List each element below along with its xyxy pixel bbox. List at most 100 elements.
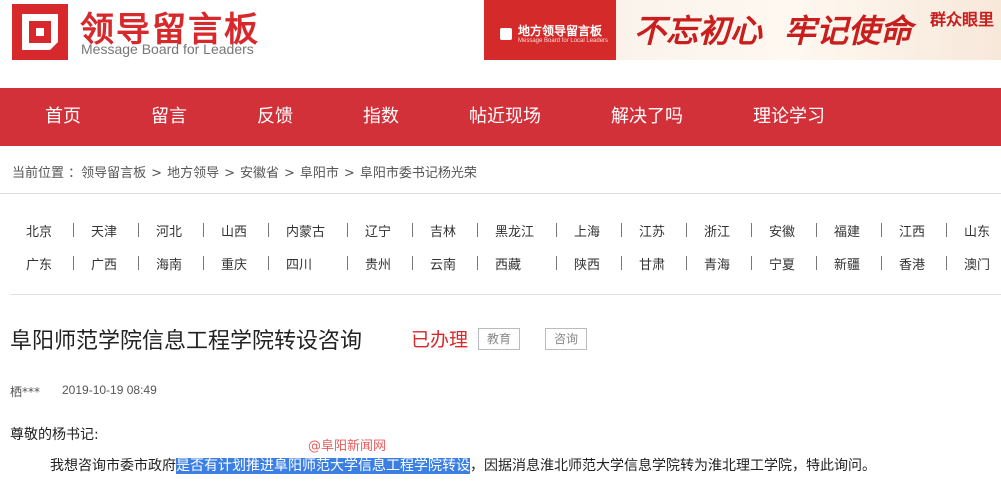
banner-logo-icon [500,28,512,40]
tag-inquiry[interactable]: 咨询 [545,328,588,350]
province-link[interactable]: 福建 [834,221,860,240]
breadcrumb-separator: > [151,166,163,181]
province-link[interactable]: 天津 [91,221,117,240]
province-link[interactable]: 广东 [26,254,52,273]
province-separator [203,223,204,237]
banner-right-text: 群众眼里 [930,10,995,29]
breadcrumb-item[interactable]: 安徽省 [240,166,279,181]
banner-brand: 地方领导留言板 [518,24,603,38]
breadcrumb-item[interactable]: 地方领导 [167,166,219,181]
province-link[interactable]: 甘肃 [639,254,665,273]
breadcrumb-item[interactable]: 阜阳市委书记杨光荣 [360,166,477,181]
site-header: 领导留言板 Message Board for Leaders 地方领导留言板 … [0,0,1001,88]
province-separator [751,223,752,237]
province-link[interactable]: 安徽 [769,221,795,240]
divider [10,294,1001,295]
province-link[interactable]: 四川 [286,254,312,273]
province-link[interactable]: 海南 [156,254,182,273]
breadcrumb-item[interactable]: 领导留言板 [81,166,146,181]
breadcrumb: 当前位置 ：领导留言板 > 地方领导 > 安徽省 > 阜阳市 > 阜阳市委书记杨光荣 [12,162,477,181]
province-link[interactable]: 北京 [26,221,52,240]
province-link[interactable]: 陕西 [574,254,600,273]
province-separator [881,223,882,237]
breadcrumb-prefix: 当前位置 ： [12,166,82,181]
province-separator [412,223,413,237]
province-separator [621,223,622,237]
province-link[interactable]: 山东 [964,221,990,240]
watermark: @阜阳新闻网 [308,439,387,454]
nav-resolved[interactable]: 解决了吗 [611,88,683,146]
province-separator [73,223,74,237]
province-separator [621,256,622,270]
province-separator [347,256,348,270]
province-separator [477,223,478,237]
province-separator [73,256,74,270]
province-separator [946,223,947,237]
province-link[interactable]: 吉林 [430,221,456,240]
nav-onsite[interactable]: 帖近现场 [469,88,541,146]
province-link[interactable]: 重庆 [221,254,247,273]
message-title: 阜阳师范学院信息工程学院转设咨询 [10,329,363,354]
province-separator [881,256,882,270]
banner-brand-sub: Message Board for Local Leaders [518,38,609,44]
divider [0,193,1001,194]
province-link[interactable]: 云南 [430,254,456,273]
message-date: 2019-10-19 08:49 [62,383,157,397]
province-separator [556,223,557,237]
province-link[interactable]: 辽宁 [365,221,391,240]
province-link[interactable]: 西藏 [495,254,521,273]
province-separator [816,223,817,237]
breadcrumb-separator: > [284,166,295,181]
breadcrumb-separator: > [224,166,235,181]
province-link[interactable]: 浙江 [704,221,730,240]
province-link[interactable]: 广西 [91,254,117,273]
province-separator [751,256,752,270]
province-separator [412,256,413,270]
main-nav: 首页 留言 反馈 指数 帖近现场 解决了吗 理论学习 [0,88,1001,146]
province-separator [946,256,947,270]
province-separator [686,223,687,237]
nav-messages[interactable]: 留言 [151,88,187,146]
logo-subtitle: Message Board for Leaders [81,41,254,57]
province-link[interactable]: 贵州 [365,254,391,273]
province-separator [138,256,139,270]
logo-icon[interactable] [12,4,68,60]
body-text-before: 我想咨询市委市政府 [50,458,176,474]
province-separator [268,256,269,270]
nav-home[interactable]: 首页 [45,88,81,146]
province-link[interactable]: 河北 [156,221,182,240]
province-link[interactable]: 澳门 [964,254,990,273]
nav-index[interactable]: 指数 [363,88,399,146]
province-link[interactable]: 黑龙江 [495,221,534,240]
banner-slogan-1: 不忘初心 [634,12,763,50]
nav-feedback[interactable]: 反馈 [257,88,293,146]
province-separator [477,256,478,270]
province-link[interactable]: 香港 [899,254,925,273]
province-separator [138,223,139,237]
province-link[interactable]: 山西 [221,221,247,240]
province-link[interactable]: 宁夏 [769,254,795,273]
breadcrumb-item[interactable]: 阜阳市 [300,166,339,181]
province-link[interactable]: 江西 [899,221,925,240]
province-separator [268,223,269,237]
body-text-after: ，因据消息淮北师范大学信息学院转为淮北理工学院，特此询问。 [470,458,876,474]
province-link[interactable]: 江苏 [639,221,665,240]
province-separator [816,256,817,270]
breadcrumb-separator: > [343,166,355,181]
selected-text: 是否有计划推进阜阳师范大学信息工程学院转设 [176,458,470,474]
tag-education[interactable]: 教育 [478,328,521,350]
province-link[interactable]: 青海 [704,254,730,273]
status-badge: 已办理 [411,329,469,351]
province-link[interactable]: 内蒙古 [286,221,325,240]
message-author: 栖*** [10,385,41,399]
province-separator [347,223,348,237]
top-banner[interactable]: 地方领导留言板 Message Board for Local Leaders … [484,0,1001,60]
message-body: 我想咨询市委市政府是否有计划推进阜阳师范大学信息工程学院转设，因据消息淮北师范大… [50,455,876,475]
province-separator [203,256,204,270]
province-link[interactable]: 上海 [574,221,600,240]
province-separator [556,256,557,270]
nav-theory[interactable]: 理论学习 [753,88,825,146]
banner-slogan-2: 牢记使命 [784,12,913,50]
province-link[interactable]: 新疆 [834,254,860,273]
message-greeting: 尊敬的杨书记: [10,427,99,443]
